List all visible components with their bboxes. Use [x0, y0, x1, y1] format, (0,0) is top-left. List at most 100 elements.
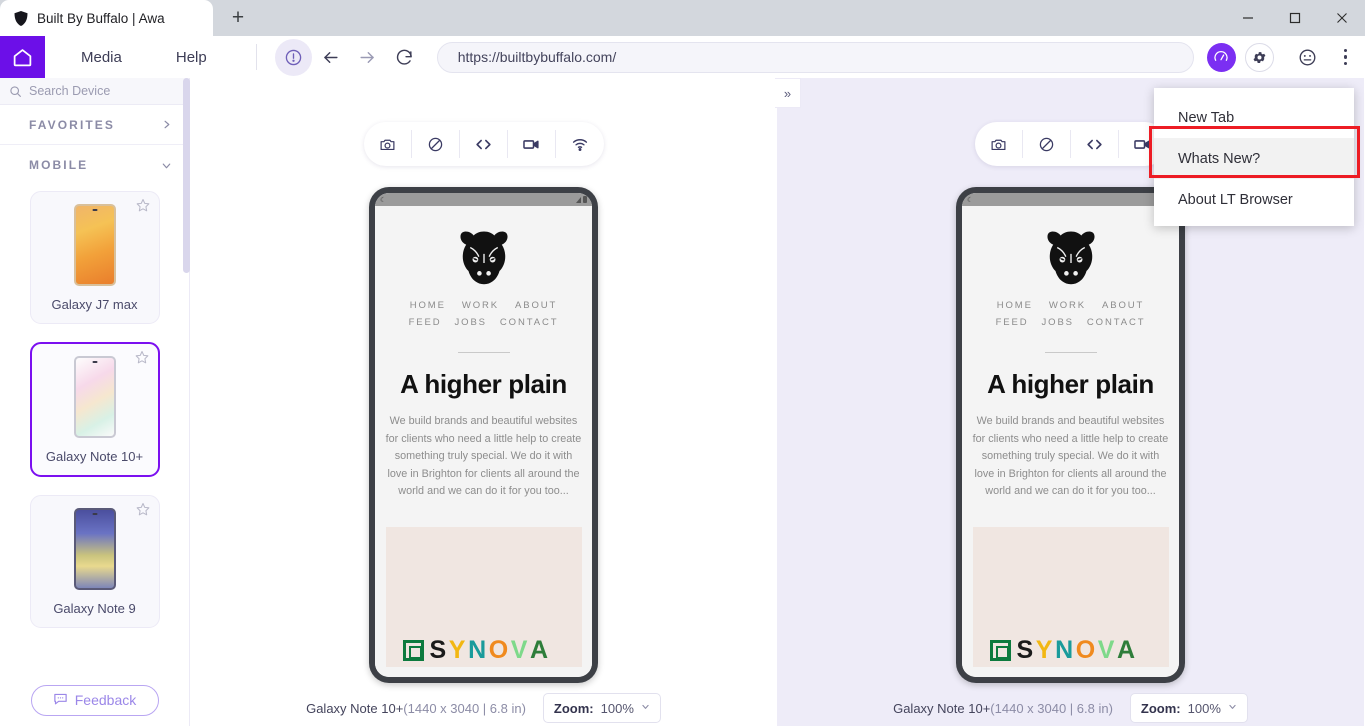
site-nav-home[interactable]: HOME [410, 300, 446, 311]
wifi-icon[interactable] [556, 130, 604, 158]
face-icon[interactable] [1294, 43, 1322, 71]
nav-link-media[interactable]: Media [65, 36, 138, 78]
navbar-divider [255, 44, 257, 70]
site-nav-jobs[interactable]: JOBS [455, 317, 487, 328]
code-icon[interactable] [460, 130, 508, 158]
zoom-value: 100% [1187, 700, 1221, 716]
speedometer-icon[interactable] [1206, 42, 1236, 72]
exclamation-icon[interactable] [274, 38, 312, 76]
new-tab-button[interactable]: + [221, 3, 255, 33]
camera-icon[interactable] [364, 130, 412, 158]
chevron-down-icon [1228, 702, 1237, 714]
search-row: « [0, 77, 198, 105]
device-status-left: Galaxy Note 10+ (1440 x 3040 | 6.8 in) Z… [190, 690, 777, 726]
arrow-left-icon[interactable] [312, 39, 349, 76]
zoom-label: Zoom: [1140, 700, 1181, 716]
device-spec-label: (1440 x 3040 | 6.8 in) [403, 700, 526, 716]
list-item[interactable]: Galaxy Note 10+ [29, 342, 160, 477]
reload-icon[interactable] [386, 39, 423, 76]
site-nav-feed[interactable]: FEED [409, 317, 442, 328]
home-icon[interactable] [0, 36, 45, 78]
menu-item-whats-new[interactable]: Whats New? [1154, 138, 1354, 179]
chevron-down-icon [161, 160, 172, 171]
site-heading: A higher plain [987, 369, 1154, 399]
synova-wordmark: S Y N O V A [989, 635, 1138, 665]
status-left-icon: ☾ [967, 196, 974, 204]
chevron-down-icon [641, 702, 650, 714]
zoom-selector[interactable]: Zoom: 100% [1129, 693, 1248, 723]
divider [457, 352, 510, 353]
kebab-menu-icon[interactable] [1334, 43, 1358, 71]
site-nav-contact[interactable]: CONTACT [500, 317, 559, 328]
site-nav-home[interactable]: HOME [997, 300, 1033, 311]
device-frame-left: ☾ HOME WORK ABOUT FEED JOBS CONTACT A hi… [369, 187, 598, 683]
site-nav-contact[interactable]: CONTACT [1087, 317, 1146, 328]
phone-status-bar: ☾ [375, 193, 592, 206]
menu-item-about-lt-browser[interactable]: About LT Browser [1154, 179, 1354, 220]
list-item[interactable]: Galaxy J7 max [29, 191, 160, 324]
browser-more-menu: New Tab Whats New? About LT Browser [1154, 88, 1354, 226]
search-input[interactable] [29, 84, 190, 98]
status-left-icon: ☾ [380, 196, 387, 204]
device-name-label: Galaxy Note 10+ [306, 700, 404, 716]
arrow-right-icon[interactable] [349, 39, 386, 76]
site-nav-about[interactable]: ABOUT [515, 300, 557, 311]
minimize-icon[interactable] [1224, 0, 1271, 36]
device-toolbar-right [974, 122, 1167, 166]
no-cache-icon[interactable] [412, 130, 460, 158]
feedback-button[interactable]: Feedback [30, 684, 159, 716]
device-thumbnail [73, 204, 116, 286]
synova-letter: Y [448, 635, 469, 664]
camera-icon[interactable] [975, 130, 1023, 158]
device-name: Galaxy Note 10+ [45, 449, 144, 464]
no-cache-icon[interactable] [1023, 130, 1071, 158]
star-icon[interactable] [136, 502, 150, 516]
buffalo-head-logo [455, 228, 513, 290]
synova-letter: Y [1035, 635, 1056, 664]
url-bar[interactable]: https://builtbybuffalo.com/ [436, 41, 1194, 73]
star-icon[interactable] [135, 350, 149, 364]
maximize-icon[interactable] [1271, 0, 1318, 36]
section-header-favorites[interactable]: FAVORITES [0, 105, 189, 145]
list-item[interactable]: Galaxy Note 9 [29, 495, 160, 628]
device-pane-left: ☾ HOME WORK ABOUT FEED JOBS CONTACT A hi… [190, 78, 777, 726]
device-frame-right: ☾ HOME WORK ABOUT FEED JOBS CONTACT A hi… [956, 187, 1185, 683]
video-icon[interactable] [508, 130, 556, 158]
menu-item-new-tab[interactable]: New Tab [1154, 97, 1354, 138]
device-name-label: Galaxy Note 10+ [893, 700, 991, 716]
synova-wordmark: S Y N O V A [402, 635, 551, 665]
divider [1044, 352, 1097, 353]
synova-letter: N [468, 635, 489, 664]
site-nav-feed[interactable]: FEED [996, 317, 1029, 328]
section-header-mobile[interactable]: MOBILE [0, 145, 189, 185]
browser-tab[interactable]: Built By Buffalo | Awa [0, 0, 213, 36]
search-icon [0, 85, 29, 98]
site-nav-work[interactable]: WORK [462, 300, 499, 311]
section-title-favorites: FAVORITES [29, 117, 116, 132]
code-icon[interactable] [1071, 130, 1119, 158]
close-icon[interactable] [1318, 0, 1365, 36]
browser-navbar: Media Help https://builtbybuffalo.com/ [0, 36, 1365, 78]
site-nav-row-2: FEED JOBS CONTACT [996, 317, 1146, 328]
site-nav-about[interactable]: ABOUT [1102, 300, 1144, 311]
gear-icon[interactable] [1244, 42, 1274, 72]
synova-letter: S [1016, 635, 1036, 664]
status-right-icons [576, 196, 587, 203]
zoom-value: 100% [600, 700, 634, 716]
star-icon[interactable] [136, 198, 150, 212]
url-text: https://builtbybuffalo.com/ [457, 49, 617, 65]
site-nav-work[interactable]: WORK [1049, 300, 1086, 311]
device-spec-label: (1440 x 3040 | 6.8 in) [990, 700, 1113, 716]
sidebar-scrollbar[interactable] [183, 78, 190, 273]
synova-letter: N [1055, 635, 1076, 664]
tab-title: Built By Buffalo | Awa [37, 10, 165, 26]
expand-panel-button[interactable]: » [775, 78, 801, 108]
navigation-controls [274, 38, 423, 76]
site-nav-jobs[interactable]: JOBS [1042, 317, 1074, 328]
synova-letter: O [1075, 635, 1098, 664]
zoom-selector[interactable]: Zoom: 100% [542, 693, 661, 723]
synova-letter: A [530, 635, 551, 664]
nav-link-help[interactable]: Help [160, 36, 223, 78]
site-body-text: We build brands and beautiful websites f… [972, 415, 1169, 498]
site-heading: A higher plain [400, 369, 567, 399]
